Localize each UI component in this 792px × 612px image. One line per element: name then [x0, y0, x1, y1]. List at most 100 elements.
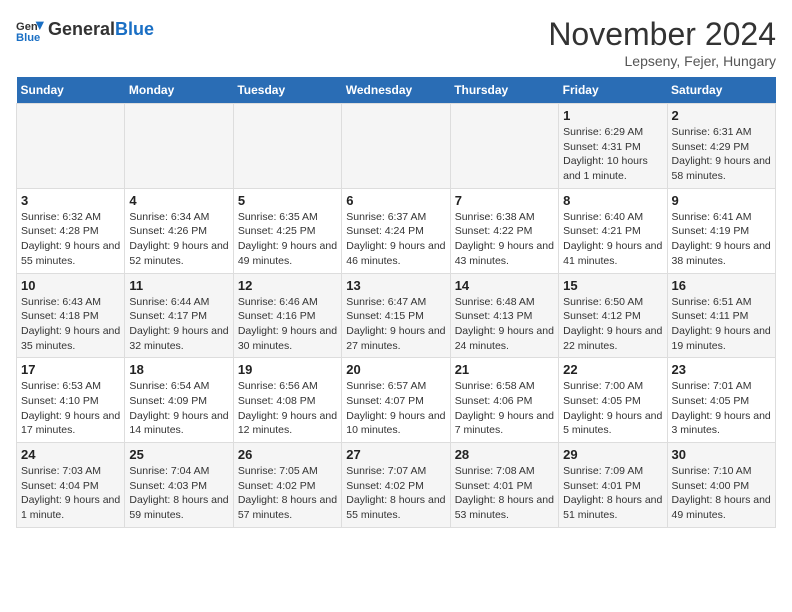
calendar-cell: 2 Sunrise: 6:31 AM Sunset: 4:29 PM Daylig… [667, 104, 775, 189]
calendar-cell: 7Sunrise: 6:38 AM Sunset: 4:22 PM Daylig… [450, 188, 558, 273]
calendar-cell: 23 Sunrise: 7:01 AM Sunset: 4:05 PM Dayli… [667, 358, 775, 443]
day-number: 18 [129, 362, 228, 377]
day-detail: Sunrise: 6:56 AM Sunset: 4:08 PM Dayligh… [238, 379, 337, 438]
day-number: 9 [672, 193, 771, 208]
calendar-cell: 30Sunrise: 7:10 AM Sunset: 4:00 PM Dayli… [667, 443, 775, 528]
calendar-cell: 29 Sunrise: 7:09 AM Sunset: 4:01 PM Dayli… [559, 443, 667, 528]
day-detail: Sunrise: 6:32 AM Sunset: 4:28 PM Dayligh… [21, 210, 120, 269]
calendar-cell: 27 Sunrise: 7:07 AM Sunset: 4:02 PM Dayli… [342, 443, 450, 528]
svg-text:Blue: Blue [16, 32, 40, 44]
calendar-cell: 19 Sunrise: 6:56 AM Sunset: 4:08 PM Dayli… [233, 358, 341, 443]
col-header-thursday: Thursday [450, 77, 558, 104]
day-detail: Sunrise: 6:48 AM Sunset: 4:13 PM Dayligh… [455, 295, 554, 354]
header: Gen Blue GeneralBlue November 2024 Lepse… [16, 16, 776, 69]
day-number: 1 [563, 108, 662, 123]
calendar-cell: 21Sunrise: 6:58 AM Sunset: 4:06 PM Dayli… [450, 358, 558, 443]
day-number: 14 [455, 278, 554, 293]
day-number: 2 [672, 108, 771, 123]
day-detail: Sunrise: 6:57 AM Sunset: 4:07 PM Dayligh… [346, 379, 445, 438]
calendar-cell: 6Sunrise: 6:37 AM Sunset: 4:24 PM Daylig… [342, 188, 450, 273]
day-detail: Sunrise: 6:31 AM Sunset: 4:29 PM Dayligh… [672, 125, 771, 184]
calendar-cell: 17 Sunrise: 6:53 AM Sunset: 4:10 PM Dayli… [17, 358, 125, 443]
day-number: 23 [672, 362, 771, 377]
day-number: 12 [238, 278, 337, 293]
calendar-cell: 8 Sunrise: 6:40 AM Sunset: 4:21 PM Daylig… [559, 188, 667, 273]
calendar-cell: 10 Sunrise: 6:43 AM Sunset: 4:18 PM Dayli… [17, 273, 125, 358]
day-number: 19 [238, 362, 337, 377]
logo: Gen Blue GeneralBlue [16, 16, 154, 44]
calendar-cell: 3Sunrise: 6:32 AM Sunset: 4:28 PM Daylig… [17, 188, 125, 273]
day-number: 6 [346, 193, 445, 208]
day-detail: Sunrise: 6:51 AM Sunset: 4:11 PM Dayligh… [672, 295, 771, 354]
day-number: 20 [346, 362, 445, 377]
calendar-cell: 12Sunrise: 6:46 AM Sunset: 4:16 PM Dayli… [233, 273, 341, 358]
day-number: 25 [129, 447, 228, 462]
day-detail: Sunrise: 6:47 AM Sunset: 4:15 PM Dayligh… [346, 295, 445, 354]
day-detail: Sunrise: 6:41 AM Sunset: 4:19 PM Dayligh… [672, 210, 771, 269]
col-header-monday: Monday [125, 77, 233, 104]
day-number: 21 [455, 362, 554, 377]
day-detail: Sunrise: 6:44 AM Sunset: 4:17 PM Dayligh… [129, 295, 228, 354]
day-number: 7 [455, 193, 554, 208]
day-detail: Sunrise: 7:00 AM Sunset: 4:05 PM Dayligh… [563, 379, 662, 438]
calendar-cell: 4Sunrise: 6:34 AM Sunset: 4:26 PM Daylig… [125, 188, 233, 273]
day-number: 26 [238, 447, 337, 462]
day-number: 11 [129, 278, 228, 293]
day-number: 8 [563, 193, 662, 208]
calendar-cell [233, 104, 341, 189]
calendar-cell: 26 Sunrise: 7:05 AM Sunset: 4:02 PM Dayli… [233, 443, 341, 528]
day-detail: Sunrise: 6:29 AM Sunset: 4:31 PM Dayligh… [563, 125, 662, 184]
day-number: 15 [563, 278, 662, 293]
calendar-table: SundayMondayTuesdayWednesdayThursdayFrid… [16, 77, 776, 528]
day-number: 17 [21, 362, 120, 377]
calendar-cell: 22 Sunrise: 7:00 AM Sunset: 4:05 PM Dayli… [559, 358, 667, 443]
day-number: 13 [346, 278, 445, 293]
calendar-cell [125, 104, 233, 189]
logo-general: General [48, 19, 115, 39]
calendar-cell: 20 Sunrise: 6:57 AM Sunset: 4:07 PM Dayli… [342, 358, 450, 443]
col-header-tuesday: Tuesday [233, 77, 341, 104]
calendar-cell: 18 Sunrise: 6:54 AM Sunset: 4:09 PM Dayli… [125, 358, 233, 443]
logo-text: GeneralBlue [48, 20, 154, 40]
day-detail: Sunrise: 6:40 AM Sunset: 4:21 PM Dayligh… [563, 210, 662, 269]
calendar-header-row: SundayMondayTuesdayWednesdayThursdayFrid… [17, 77, 776, 104]
day-detail: Sunrise: 7:05 AM Sunset: 4:02 PM Dayligh… [238, 464, 337, 523]
day-detail: Sunrise: 6:50 AM Sunset: 4:12 PM Dayligh… [563, 295, 662, 354]
calendar-cell: 25 Sunrise: 7:04 AM Sunset: 4:03 PM Dayli… [125, 443, 233, 528]
day-number: 22 [563, 362, 662, 377]
day-number: 27 [346, 447, 445, 462]
day-number: 10 [21, 278, 120, 293]
day-detail: Sunrise: 7:01 AM Sunset: 4:05 PM Dayligh… [672, 379, 771, 438]
title-area: November 2024 Lepseny, Fejer, Hungary [548, 16, 776, 69]
calendar-week-row: 24Sunrise: 7:03 AM Sunset: 4:04 PM Dayli… [17, 443, 776, 528]
calendar-cell [17, 104, 125, 189]
calendar-cell [342, 104, 450, 189]
day-number: 30 [672, 447, 771, 462]
day-number: 16 [672, 278, 771, 293]
day-number: 29 [563, 447, 662, 462]
day-detail: Sunrise: 6:54 AM Sunset: 4:09 PM Dayligh… [129, 379, 228, 438]
col-header-wednesday: Wednesday [342, 77, 450, 104]
col-header-saturday: Saturday [667, 77, 775, 104]
calendar-week-row: 1 Sunrise: 6:29 AM Sunset: 4:31 PM Daylig… [17, 104, 776, 189]
calendar-week-row: 17 Sunrise: 6:53 AM Sunset: 4:10 PM Dayli… [17, 358, 776, 443]
day-detail: Sunrise: 6:35 AM Sunset: 4:25 PM Dayligh… [238, 210, 337, 269]
day-detail: Sunrise: 7:03 AM Sunset: 4:04 PM Dayligh… [21, 464, 120, 523]
calendar-cell: 13 Sunrise: 6:47 AM Sunset: 4:15 PM Dayli… [342, 273, 450, 358]
calendar-cell: 1 Sunrise: 6:29 AM Sunset: 4:31 PM Daylig… [559, 104, 667, 189]
day-detail: Sunrise: 7:09 AM Sunset: 4:01 PM Dayligh… [563, 464, 662, 523]
calendar-cell: 11 Sunrise: 6:44 AM Sunset: 4:17 PM Dayli… [125, 273, 233, 358]
day-detail: Sunrise: 7:08 AM Sunset: 4:01 PM Dayligh… [455, 464, 554, 523]
calendar-cell: 15 Sunrise: 6:50 AM Sunset: 4:12 PM Dayli… [559, 273, 667, 358]
calendar-cell: 28 Sunrise: 7:08 AM Sunset: 4:01 PM Dayli… [450, 443, 558, 528]
day-number: 28 [455, 447, 554, 462]
day-detail: Sunrise: 7:07 AM Sunset: 4:02 PM Dayligh… [346, 464, 445, 523]
col-header-friday: Friday [559, 77, 667, 104]
calendar-week-row: 3Sunrise: 6:32 AM Sunset: 4:28 PM Daylig… [17, 188, 776, 273]
day-detail: Sunrise: 6:53 AM Sunset: 4:10 PM Dayligh… [21, 379, 120, 438]
calendar-cell: 5 Sunrise: 6:35 AM Sunset: 4:25 PM Daylig… [233, 188, 341, 273]
day-detail: Sunrise: 7:04 AM Sunset: 4:03 PM Dayligh… [129, 464, 228, 523]
calendar-cell [450, 104, 558, 189]
day-number: 5 [238, 193, 337, 208]
day-detail: Sunrise: 6:43 AM Sunset: 4:18 PM Dayligh… [21, 295, 120, 354]
